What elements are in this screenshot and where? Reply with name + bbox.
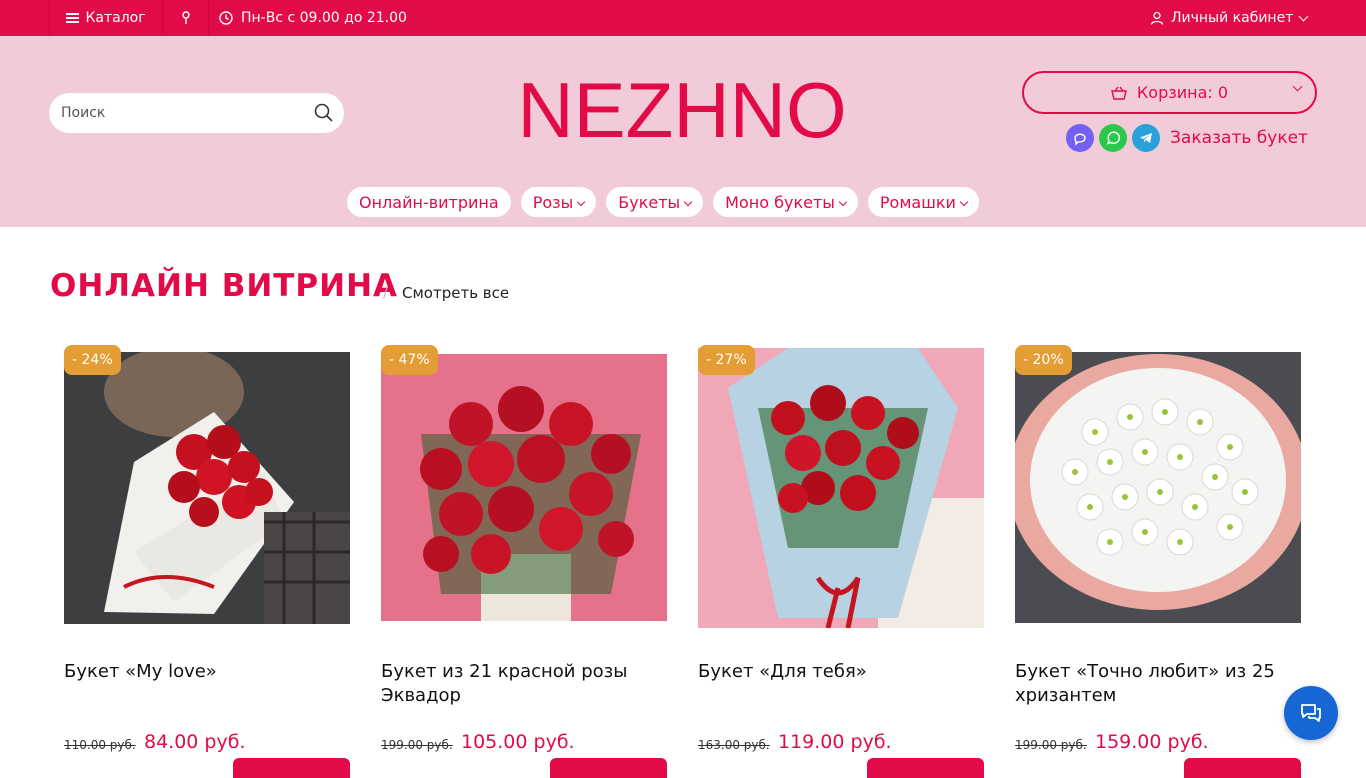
section-separator: / — [383, 283, 389, 301]
product-name[interactable]: Букет «My love» — [64, 660, 350, 684]
menu-item-roses[interactable]: Розы — [520, 187, 597, 217]
menu-item-label: Онлайн-витрина — [359, 192, 499, 212]
telegram-link[interactable] — [1132, 124, 1160, 152]
see-all-link[interactable]: Смотреть все — [402, 284, 509, 302]
bouquet-photo — [1015, 352, 1301, 623]
telegram-icon — [1140, 133, 1152, 143]
viber-icon — [1074, 133, 1086, 146]
social-links: Заказать букет — [1066, 124, 1308, 152]
order-bouquet-link[interactable]: Заказать букет — [1170, 128, 1308, 148]
catalog-button[interactable]: Каталог — [49, 0, 163, 36]
header: NEZHNO Корзина: 0 Заказать букет Онлайн-… — [0, 36, 1366, 227]
bouquet-photo — [381, 354, 667, 621]
chevron-down-icon — [1292, 81, 1303, 92]
product-name[interactable]: Букет «Для тебя» — [698, 660, 984, 684]
product-image[interactable] — [381, 354, 667, 621]
menu-item-label: Ромашки — [879, 192, 956, 212]
menu-icon — [66, 13, 80, 23]
product-price: 119.00 руб. — [778, 731, 892, 753]
chevron-down-icon — [1298, 11, 1309, 21]
menu-item-mono-bouquets[interactable]: Моно букеты — [713, 187, 858, 217]
bouquet-photo — [64, 352, 350, 624]
location-pin-icon — [181, 11, 190, 24]
discount-badge: - 47% — [381, 345, 438, 375]
product-price: 105.00 руб. — [461, 731, 575, 753]
logo-text: NEZHNO — [517, 73, 846, 145]
product-old-price: 110.00 руб. — [64, 738, 136, 752]
add-to-cart-button[interactable] — [233, 758, 350, 778]
catalog-label: Каталог — [85, 10, 146, 26]
add-to-cart-button[interactable] — [867, 758, 984, 778]
search-button[interactable] — [312, 101, 336, 125]
chevron-down-icon — [577, 197, 586, 207]
chevron-down-icon — [838, 197, 848, 207]
product-image[interactable] — [698, 348, 984, 628]
product-old-price: 199.00 руб. — [1015, 738, 1087, 752]
menu-item-online-showcase[interactable]: Онлайн-витрина — [347, 187, 511, 217]
basket-icon — [1111, 86, 1127, 100]
chat-button[interactable] — [1284, 686, 1338, 740]
section-title: ОНЛАЙН ВИТРИНА — [50, 268, 399, 304]
working-hours: Пн-Вс с 09.00 до 21.00 — [219, 0, 407, 36]
discount-badge: - 20% — [1015, 345, 1072, 375]
viber-link[interactable] — [1066, 124, 1094, 152]
chevron-down-icon — [683, 197, 693, 207]
location-button[interactable] — [163, 0, 209, 36]
user-icon — [1150, 11, 1164, 25]
product-old-price: 163.00 руб. — [698, 738, 770, 752]
menu-item-label: Розы — [532, 192, 574, 212]
cart-label: Корзина: 0 — [1136, 83, 1229, 102]
menu-item-label: Букеты — [618, 192, 681, 212]
menu-item-bouquets[interactable]: Букеты — [606, 187, 704, 217]
search-icon — [314, 103, 333, 122]
add-to-cart-button[interactable] — [550, 758, 667, 778]
whatsapp-icon — [1106, 131, 1120, 145]
product-name[interactable]: Букет из 21 красной розы Эквадор — [381, 660, 667, 708]
discount-badge: - 24% — [64, 345, 121, 375]
product-price: 159.00 руб. — [1095, 731, 1209, 753]
search-input[interactable] — [49, 93, 304, 133]
main-menu: Онлайн-витрина Розы Букеты Моно букеты Р… — [347, 187, 979, 217]
site-logo[interactable]: NEZHNO — [510, 73, 855, 145]
whatsapp-link[interactable] — [1099, 124, 1127, 152]
discount-badge: - 27% — [698, 345, 755, 375]
bouquet-photo — [698, 348, 984, 628]
product-image[interactable] — [64, 352, 350, 624]
menu-item-label: Моно букеты — [725, 192, 835, 212]
account-label: Личный кабинет — [1171, 10, 1294, 26]
account-menu[interactable]: Личный кабинет — [1150, 0, 1309, 36]
top-bar: Каталог Пн-Вс с 09.00 до 21.00 Личный ка… — [0, 0, 1366, 36]
chat-icon — [1301, 704, 1321, 722]
menu-item-chamomiles[interactable]: Ромашки — [867, 187, 979, 217]
product-old-price: 199.00 руб. — [381, 738, 453, 752]
search-box — [49, 93, 344, 133]
cart-button[interactable]: Корзина: 0 — [1022, 71, 1317, 114]
product-image[interactable] — [1015, 352, 1301, 623]
product-name[interactable]: Букет «Точно любит» из 25 хризантем — [1015, 660, 1301, 708]
product-price: 84.00 руб. — [144, 731, 246, 753]
clock-icon — [219, 11, 233, 25]
chevron-down-icon — [959, 197, 969, 207]
add-to-cart-button[interactable] — [1184, 758, 1301, 778]
working-hours-label: Пн-Вс с 09.00 до 21.00 — [241, 10, 407, 26]
